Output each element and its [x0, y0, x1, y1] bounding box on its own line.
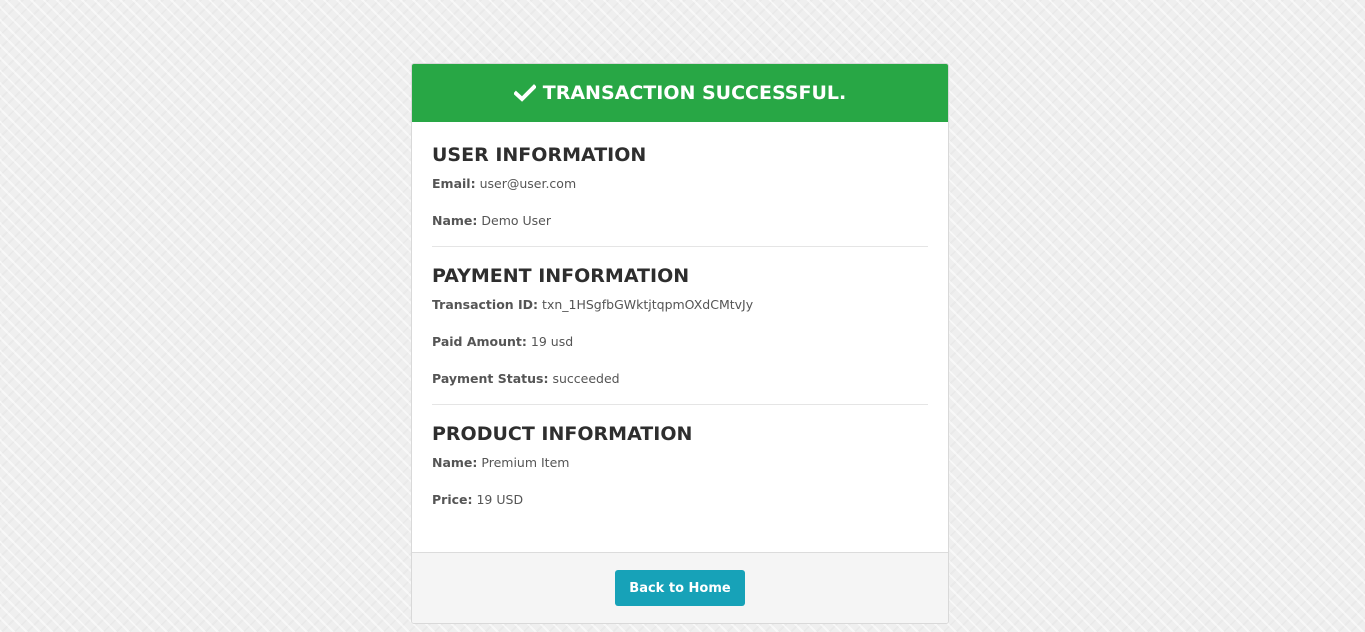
transaction-card: TRANSACTION SUCCESSFUL. USER INFORMATION…: [411, 63, 949, 624]
divider: [432, 404, 928, 405]
email-label: Email:: [432, 176, 476, 191]
card-footer: Back to Home: [412, 552, 948, 623]
product-price-label: Price:: [432, 492, 473, 507]
divider: [432, 246, 928, 247]
payment-status-row: Payment Status: succeeded: [432, 370, 928, 387]
product-name-value: Premium Item: [481, 455, 570, 470]
back-to-home-button[interactable]: Back to Home: [615, 570, 745, 606]
product-name-row: Name: Premium Item: [432, 454, 928, 471]
product-price-row: Price: 19 USD: [432, 491, 928, 508]
user-info-title: USER INFORMATION: [432, 144, 647, 166]
paid-amount-label: Paid Amount:: [432, 334, 527, 349]
user-name-value: Demo User: [481, 213, 551, 228]
user-name-label: Name:: [432, 213, 478, 228]
transaction-id-value: txn_1HSgfbGWktjtqpmOXdCMtvJy: [542, 297, 754, 312]
check-icon: [513, 83, 536, 103]
product-price-value: 19 USD: [476, 492, 524, 507]
user-name-row: Name: Demo User: [432, 212, 928, 229]
success-header: TRANSACTION SUCCESSFUL.: [412, 64, 948, 122]
product-name-label: Name:: [432, 455, 478, 470]
payment-status-value: succeeded: [552, 371, 620, 386]
product-info-title: PRODUCT INFORMATION: [432, 423, 693, 445]
paid-amount-value: 19 usd: [530, 334, 574, 349]
email-row: Email: user@user.com: [432, 175, 928, 192]
payment-info-title: PAYMENT INFORMATION: [432, 265, 690, 287]
card-body: USER INFORMATION Email: user@user.com Na…: [412, 122, 948, 555]
payment-status-label: Payment Status:: [432, 371, 549, 386]
transaction-id-label: Transaction ID:: [432, 297, 539, 312]
email-value: user@user.com: [479, 176, 577, 191]
transaction-id-row: Transaction ID: txn_1HSgfbGWktjtqpmOXdCM…: [432, 296, 928, 313]
header-title: TRANSACTION SUCCESSFUL.: [542, 82, 847, 104]
paid-amount-row: Paid Amount: 19 usd: [432, 333, 928, 350]
